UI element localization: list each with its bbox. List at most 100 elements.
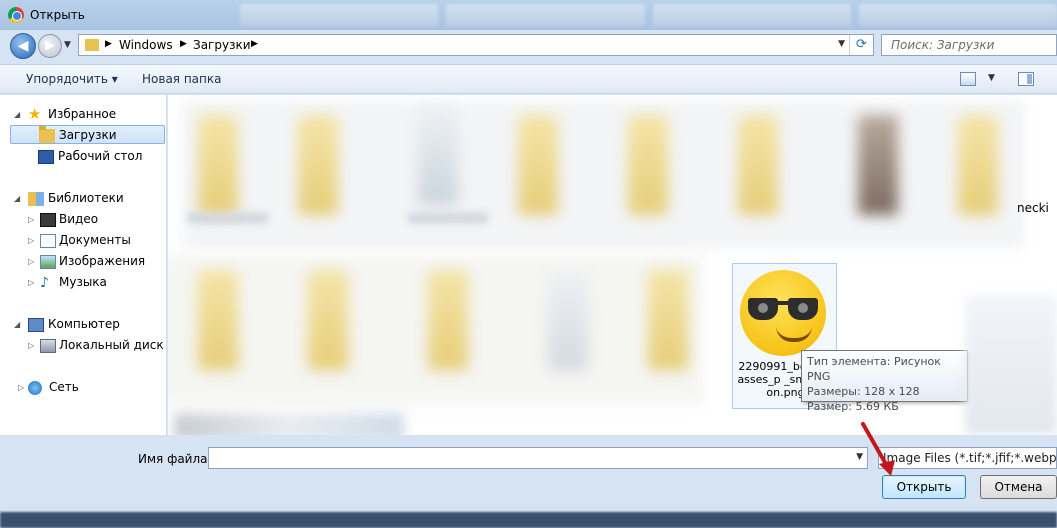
back-arrow-icon[interactable]: ◀ [10,33,36,59]
collapse-icon[interactable]: ◢ [14,315,20,334]
file-tooltip: Тип элемента: Рисунок PNG Размеры: 128 x… [801,350,968,413]
command-bar: Упорядочить ▾ Новая папка ▼ [0,64,1057,94]
breadcrumb-chevron-icon[interactable]: ▶ [105,39,112,49]
lens-shape [748,298,778,320]
music-icon: ♪ [40,275,49,291]
sidebar-item-computer[interactable]: ◢ Компьютер [14,315,154,334]
desktop-icon [38,150,54,164]
chrome-icon [8,7,24,23]
sunglasses-shape [748,298,818,320]
expand-icon[interactable]: ▷ [28,252,34,271]
blurred-region [965,295,1057,435]
sidebar-item-favorites[interactable]: ◢ ★ Избранное [14,105,154,124]
blurred-label [188,213,268,223]
sidebar-item-label: Видео [59,212,99,226]
background-tab [652,4,851,26]
blurred-folder-thumbnail[interactable] [428,270,468,370]
tooltip-size: Размер: 5.69 КБ [807,400,899,413]
sidebar-item-label: Рабочий стол [58,149,143,163]
cancel-button[interactable]: Отмена [980,475,1057,499]
video-icon [40,213,56,227]
breadcrumb-item[interactable]: Загрузки [193,38,251,52]
expand-icon[interactable]: ▷ [28,231,34,250]
sidebar-item-downloads[interactable]: Загрузки [10,125,165,144]
blurred-folder-thumbnail[interactable] [308,270,348,370]
blurred-file-thumbnail[interactable] [418,105,458,205]
new-folder-button[interactable]: Новая папка [142,72,221,86]
navigation-pane: ◢ ★ Избранное Загрузки Рабочий стол ◢ Би… [0,95,172,435]
tooltip-type: Тип элемента: Рисунок PNG [807,355,941,383]
lens-shape [788,298,818,320]
sidebar-item-video[interactable]: ▷ Видео [28,210,158,229]
window-title: Открыть [30,8,85,22]
sidebar-item-label: Избранное [48,107,117,121]
sidebar-item-libraries[interactable]: ◢ Библиотеки [14,189,154,208]
blurred-folder-thumbnail[interactable] [648,270,688,370]
folder-icon [85,39,99,51]
network-icon [28,381,42,395]
preview-pane-icon[interactable] [1018,72,1034,86]
sidebar-item-label: Изображения [59,254,146,268]
address-bar[interactable]: ▶ Windows ▶ Загрузки ▶ ▼ ⟳ [78,34,874,56]
computer-icon [28,318,44,332]
disk-icon [40,339,56,353]
expand-icon[interactable]: ▷ [28,273,34,292]
collapse-icon[interactable]: ◢ [14,105,20,124]
blurred-folder-thumbnail[interactable] [738,115,778,215]
sidebar-item-label: Сеть [49,380,79,394]
organize-button[interactable]: Упорядочить ▾ [26,72,118,86]
breadcrumb-item[interactable]: Windows [119,38,173,52]
libraries-icon [28,192,44,206]
navigation-bar: ◀ ▶ ▼ ▶ Windows ▶ Загрузки ▶ ▼ ⟳ Поиск: … [0,30,1057,60]
organize-label: Упорядочить [26,72,108,86]
partial-file-name: necki [1017,201,1049,215]
blurred-folder-thumbnail[interactable] [298,115,338,215]
blurred-folder-thumbnail[interactable] [518,115,558,215]
sidebar-item-label: Компьютер [48,317,120,331]
smile-shape [776,326,812,342]
forward-arrow-icon[interactable]: ▶ [38,34,62,58]
search-placeholder: Поиск: Загрузки [891,38,995,52]
sidebar-item-network[interactable]: ▷ Сеть [18,378,154,397]
address-dropdown-icon[interactable]: ▼ [838,39,845,49]
documents-icon [40,234,56,248]
blurred-folder-thumbnail[interactable] [198,270,238,370]
background-taskbar [0,512,1057,528]
collapse-icon[interactable]: ◢ [14,189,20,208]
sidebar-item-music[interactable]: ▷ ♪ Музыка [28,273,158,292]
sidebar-item-local-disk[interactable]: ▷ Локальный диск ( [28,336,172,355]
blurred-label [408,213,488,223]
sidebar-item-images[interactable]: ▷ Изображения [28,252,158,271]
sidebar-item-label: Музыка [59,275,107,289]
expand-icon[interactable]: ▷ [18,378,24,397]
sidebar-item-label: Библиотеки [48,191,124,205]
file-name-input[interactable]: ▼ [208,447,868,469]
file-name-label: Имя файла: [138,452,212,466]
background-tab [858,4,1057,26]
recent-locations-dropdown-icon[interactable]: ▼ [64,40,71,50]
expand-icon[interactable]: ▷ [28,336,34,355]
breadcrumb-chevron-icon[interactable]: ▶ [251,39,258,49]
view-options-dropdown-icon[interactable]: ▼ [988,73,995,83]
expand-icon[interactable]: ▷ [28,210,34,229]
blurred-file-thumbnail[interactable] [548,270,588,370]
open-file-dialog: Открыть ◀ ▶ ▼ ▶ Windows ▶ Загрузки ▶ ▼ ⟳… [0,0,1057,528]
refresh-icon[interactable]: ⟳ [849,35,873,55]
blurred-folder-thumbnail[interactable] [198,115,238,215]
annotation-arrow-icon [861,422,895,476]
star-icon: ★ [28,105,42,123]
change-view-icon[interactable] [960,72,976,86]
breadcrumb-chevron-icon[interactable]: ▶ [180,39,187,49]
blurred-region [174,413,404,435]
search-input[interactable]: Поиск: Загрузки [881,34,1057,56]
sunglasses-smile-icon [740,270,826,356]
background-tab [446,4,645,26]
background-tab [240,4,439,26]
file-list[interactable]: necki 2290991_bo n_glasses_p _smile_icon… [168,95,1057,435]
sidebar-item-documents[interactable]: ▷ Документы [28,231,158,250]
sidebar-item-desktop[interactable]: Рабочий стол [10,147,165,166]
images-icon [40,255,56,269]
blurred-folder-thumbnail[interactable] [958,115,998,215]
blurred-file-thumbnail[interactable] [858,115,898,215]
blurred-folder-thumbnail[interactable] [628,115,668,215]
